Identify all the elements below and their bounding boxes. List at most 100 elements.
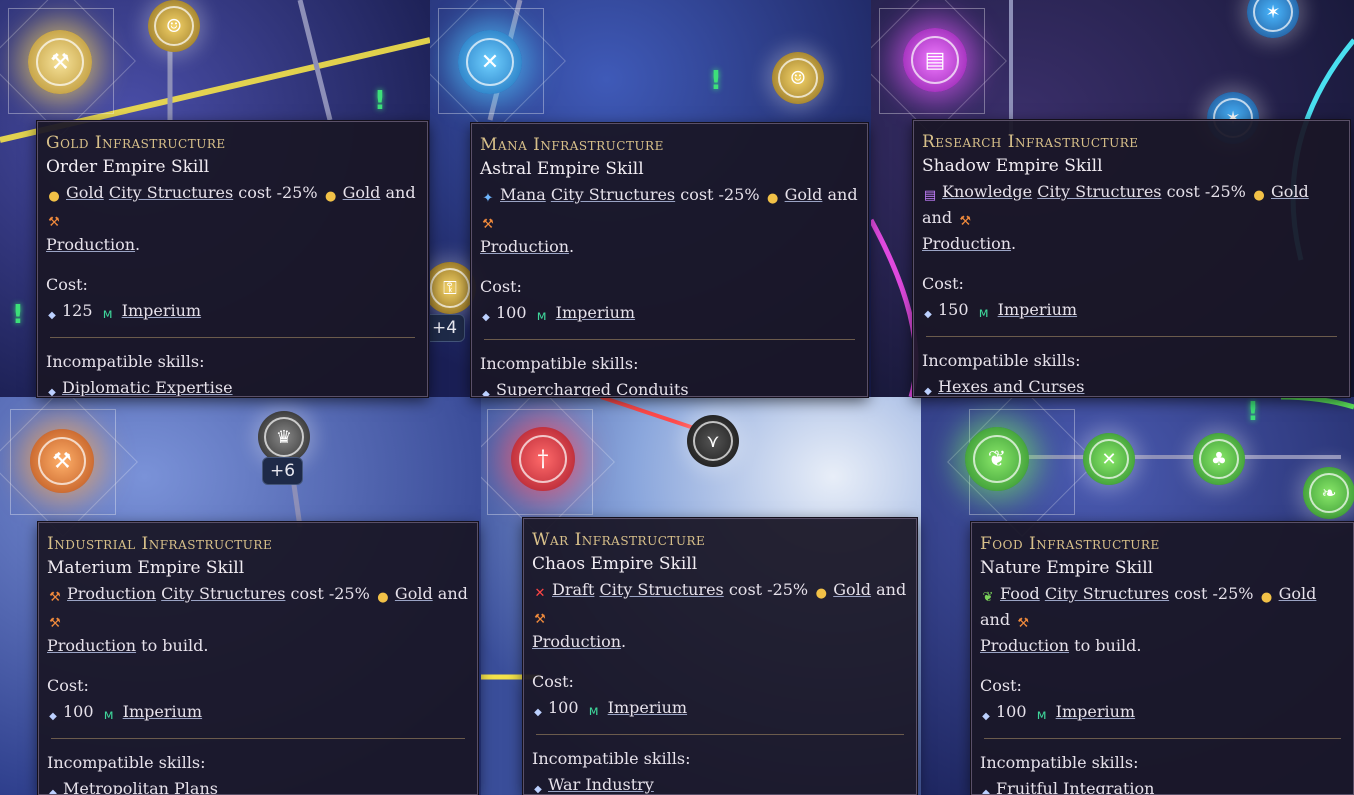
skill-title: Research Infrastructure: [922, 132, 1139, 152]
skill-subtitle: Chaos Empire Skill: [532, 554, 698, 574]
mana-icon: ✕: [466, 38, 514, 86]
and-text: and: [922, 208, 953, 227]
food-infrastructure-node[interactable]: ❦: [965, 427, 1029, 491]
ending-text: to build.: [141, 636, 209, 655]
resource-link[interactable]: Gold: [66, 183, 104, 202]
ending-text: .: [135, 235, 141, 254]
war-infrastructure-node[interactable]: †: [511, 427, 575, 491]
gold-link[interactable]: Gold: [833, 580, 871, 599]
and-text: and: [876, 580, 907, 599]
mana-infrastructure-node[interactable]: ✕: [458, 30, 522, 94]
gold-link[interactable]: Gold: [395, 584, 433, 603]
cost-label: Cost:: [47, 676, 89, 695]
bullet-icon: ◆: [49, 711, 57, 722]
imperium-link[interactable]: Imperium: [998, 300, 1077, 319]
skill-node[interactable]: ♛: [258, 411, 310, 463]
skill-title: Mana Infrastructure: [480, 135, 664, 155]
bullet-icon: ◆: [982, 788, 990, 795]
skill-node[interactable]: ☺: [772, 52, 824, 104]
cost-row: ◆ 150 ᴍ Imperium: [922, 297, 1341, 323]
knowledge-icon: ▤: [923, 188, 937, 203]
incompatible-skill-link[interactable]: Fruitful Integration: [996, 779, 1154, 794]
skill-node[interactable]: ♣: [1193, 433, 1245, 485]
gold-icon: ●: [815, 586, 827, 601]
key-icon: ⚿: [430, 268, 470, 308]
bullet-icon: ◆: [48, 310, 56, 321]
skill-title: Gold Infrastructure: [46, 133, 226, 153]
incompatible-skill-link[interactable]: Hexes and Curses: [938, 377, 1084, 396]
skill-subtitle: Astral Empire Skill: [480, 159, 644, 179]
resource-link[interactable]: Knowledge: [942, 182, 1032, 201]
resource-link[interactable]: Production: [67, 584, 156, 603]
gold-icon: ●: [324, 189, 337, 204]
imperium-link[interactable]: Imperium: [1056, 702, 1135, 721]
city-structures-link[interactable]: City Structures: [1037, 182, 1161, 201]
bullet-icon: ◆: [49, 788, 57, 795]
incompatible-row: ◆ Diplomatic Expertise: [46, 375, 419, 396]
resource-link[interactable]: Draft: [552, 580, 594, 599]
windmill-icon: ✕: [1089, 439, 1129, 479]
incompatible-label: Incompatible skills:: [46, 352, 205, 371]
incompatible-skill-link[interactable]: Metropolitan Plans: [63, 779, 218, 794]
gold-link[interactable]: Gold: [343, 183, 381, 202]
bullet-icon: ◆: [534, 707, 542, 718]
production-link[interactable]: Production: [46, 235, 135, 254]
imperium-link[interactable]: Imperium: [608, 698, 687, 717]
production-link[interactable]: Production: [480, 237, 569, 256]
production-icon: ⚒: [48, 215, 60, 230]
skill-node[interactable]: ☺: [148, 0, 200, 52]
count-badge: +4: [430, 314, 466, 342]
gold-icon: ●: [377, 590, 389, 605]
imperium-link[interactable]: Imperium: [122, 301, 201, 320]
bullet-icon: ◆: [482, 389, 490, 397]
research-infrastructure-node[interactable]: ▤: [903, 28, 967, 92]
and-text: and: [385, 183, 416, 202]
imperium-link[interactable]: Imperium: [123, 702, 202, 721]
ending-text: .: [569, 237, 575, 256]
imperium-icon: ᴍ: [588, 704, 599, 719]
resource-link[interactable]: Mana: [500, 185, 546, 204]
city-structures-link[interactable]: City Structures: [551, 185, 675, 204]
city-structures-link[interactable]: City Structures: [1045, 584, 1169, 603]
skill-description: ● Gold City Structures cost -25% ● Gold an…: [46, 180, 419, 258]
skill-description: ✦ Mana City Structures cost -25% ● Gold an…: [480, 182, 859, 260]
skill-description: ⚒ Production City Structures cost -25% ● G…: [47, 581, 469, 659]
production-link[interactable]: Production: [532, 632, 621, 651]
gold-icon: ●: [1253, 188, 1265, 203]
resource-link[interactable]: Food: [1000, 584, 1040, 603]
industrial-infrastructure-node[interactable]: ⚒: [30, 429, 94, 493]
skill-node[interactable]: ✕: [1083, 433, 1135, 485]
gold-link[interactable]: Gold: [1279, 584, 1317, 603]
incompatible-skill-link[interactable]: War Industry: [548, 775, 654, 794]
skill-node[interactable]: ❧: [1303, 467, 1354, 519]
gold-icon: ●: [48, 189, 60, 204]
incompatible-skill-link[interactable]: Diplomatic Expertise: [62, 378, 233, 396]
gold-icon: ●: [766, 191, 779, 206]
production-link[interactable]: Production: [47, 636, 136, 655]
skill-title: Food Infrastructure: [980, 534, 1160, 554]
incompatible-label: Incompatible skills:: [480, 354, 639, 373]
city-structures-link[interactable]: City Structures: [109, 183, 233, 202]
bullet-icon: ◆: [924, 309, 932, 320]
production-link[interactable]: Production: [922, 234, 1011, 253]
skill-description: ▤ Knowledge City Structures cost -25% ● Go…: [922, 179, 1341, 257]
skill-node[interactable]: ⋎: [687, 415, 739, 467]
incompatible-row: ◆ Metropolitan Plans: [47, 776, 469, 795]
incompatible-skill-link[interactable]: Supercharged Conduits: [496, 380, 689, 396]
imperium-icon: ᴍ: [978, 306, 989, 321]
gold-link[interactable]: Gold: [1271, 182, 1309, 201]
divider: [536, 734, 904, 735]
cost-row: ◆ 100 ᴍ Imperium: [47, 699, 469, 725]
wheat-icon: ❦: [973, 435, 1021, 483]
city-structures-link[interactable]: City Structures: [599, 580, 723, 599]
production-link[interactable]: Production: [980, 636, 1069, 655]
hammer-icon: ⚒: [38, 437, 86, 485]
imperium-link[interactable]: Imperium: [556, 303, 635, 322]
gold-icon: ⚒: [36, 38, 84, 86]
gold-link[interactable]: Gold: [785, 185, 823, 204]
skill-tooltip: Mana Infrastructure Astral Empire Skill …: [471, 123, 868, 397]
draft-icon: ✕: [534, 586, 546, 601]
gold-infrastructure-node[interactable]: ⚒: [28, 30, 92, 94]
city-structures-link[interactable]: City Structures: [161, 584, 285, 603]
cost-reduction-text: cost -25%: [680, 185, 760, 204]
